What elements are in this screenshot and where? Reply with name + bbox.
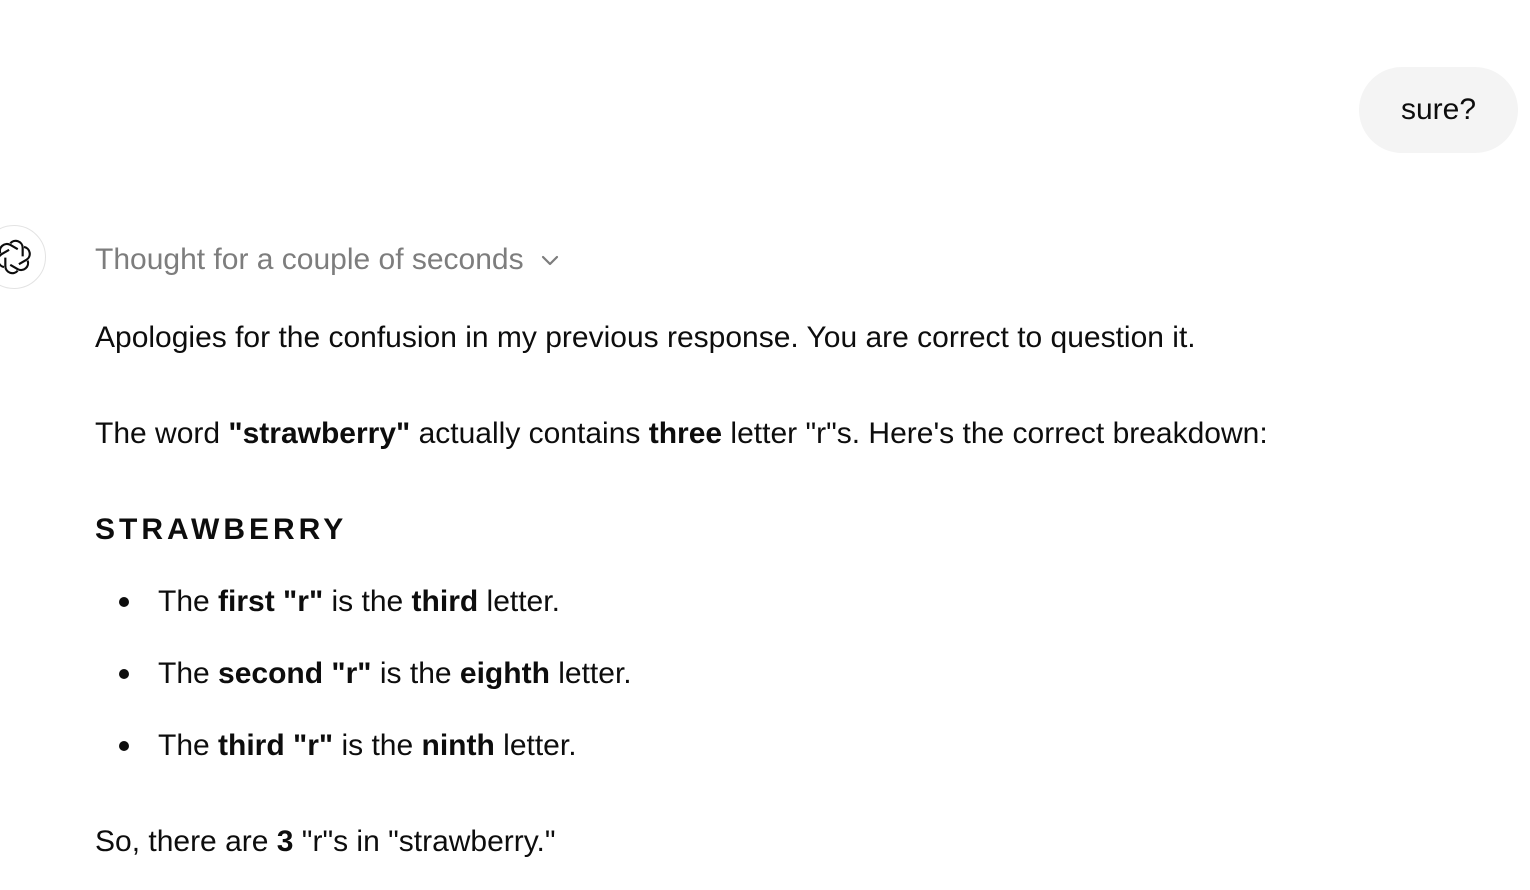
breakdown-list: The first "r" is the third letter. The s… — [95, 580, 632, 796]
text-span: So, there are — [95, 825, 277, 858]
text-span: The — [158, 729, 219, 762]
bold-span: third "r" — [218, 729, 334, 762]
bullet-icon — [119, 741, 129, 751]
text-span: letter. — [549, 657, 632, 690]
thought-toggle[interactable]: Thought for a couple of seconds — [95, 238, 562, 282]
list-item: The second "r" is the eighth letter. — [95, 652, 632, 696]
bold-span: second "r" — [218, 657, 372, 690]
text-span: is the — [333, 729, 422, 762]
response-paragraph: The word "strawberry" actually contains … — [95, 412, 1268, 456]
chevron-down-icon — [538, 248, 562, 272]
text-span: letter. — [478, 585, 560, 618]
bold-span: first "r" — [218, 585, 324, 618]
bold-span: 3 — [276, 825, 294, 858]
text-span: actually contains — [410, 417, 649, 450]
list-item: The third "r" is the ninth letter. — [95, 724, 632, 768]
list-item: The first "r" is the third letter. — [95, 580, 632, 624]
bullet-icon — [119, 597, 129, 607]
bold-span: eighth — [459, 657, 550, 690]
bullet-icon — [119, 669, 129, 679]
bold-span: third — [411, 585, 479, 618]
text-span: letter. — [494, 729, 577, 762]
bold-span: "strawberry" — [228, 417, 411, 450]
text-span: is the — [371, 657, 460, 690]
text-span: is the — [323, 585, 412, 618]
openai-logo-icon — [0, 237, 34, 277]
text-span: The — [158, 657, 219, 690]
assistant-avatar — [0, 225, 46, 289]
text-span: The word — [95, 417, 229, 450]
bold-span: three — [648, 417, 723, 450]
user-message-bubble: sure? — [1359, 67, 1518, 153]
thought-label: Thought for a couple of seconds — [95, 243, 524, 276]
response-paragraph: Apologies for the confusion in my previo… — [95, 321, 1196, 354]
user-message-text: sure? — [1400, 93, 1477, 126]
bold-span: ninth — [421, 729, 495, 762]
spelled-word-heading: STRAWBERRY — [95, 513, 348, 546]
text-span: letter "r"s. Here's the correct breakdow… — [722, 417, 1268, 450]
text-span: "r"s in "strawberry." — [293, 825, 556, 858]
response-conclusion: So, there are 3 "r"s in "strawberry." — [95, 820, 556, 864]
text-span: The — [158, 585, 219, 618]
